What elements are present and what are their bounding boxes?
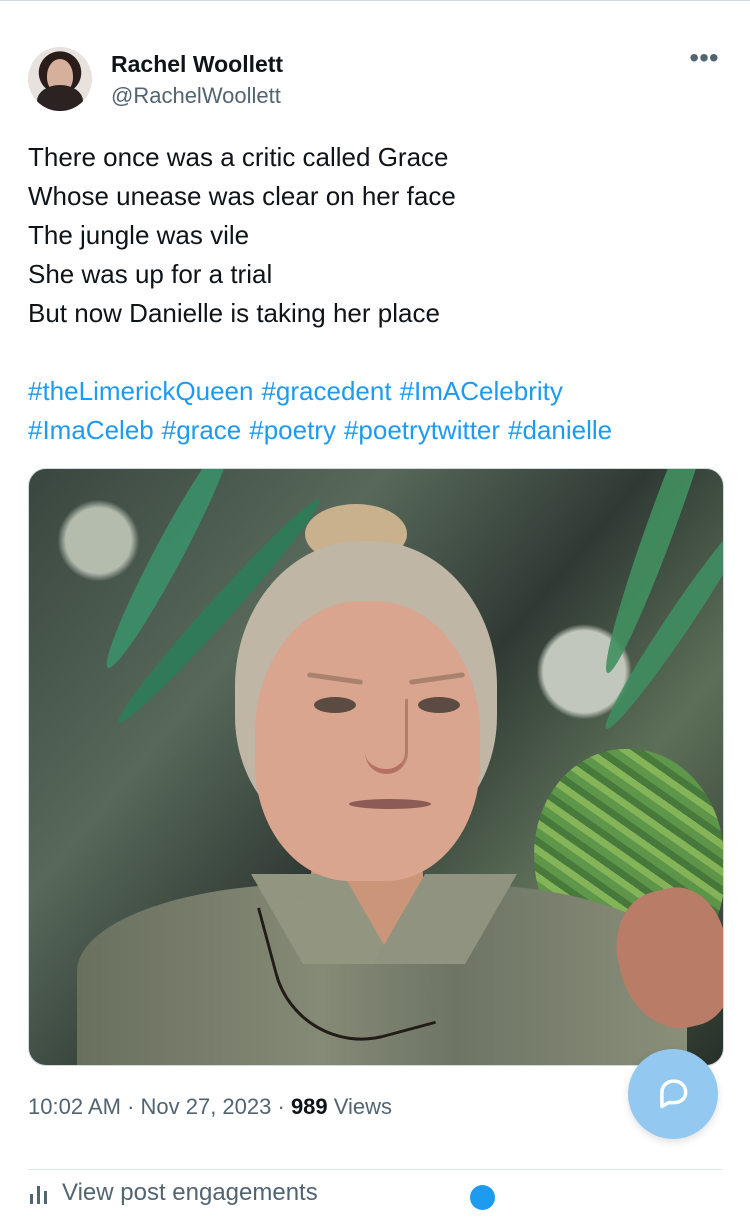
- hashtag-list: #theLimerickQueen #gracedent #ImACelebrity…: [28, 372, 722, 450]
- nose: [365, 699, 408, 774]
- post-photo[interactable]: [28, 468, 724, 1066]
- post-line: She was up for a trial: [28, 259, 273, 289]
- notification-dot: [470, 1185, 495, 1210]
- hashtag-link[interactable]: #ImaCeleb: [28, 415, 154, 445]
- post-text: There once was a critic called Grace Who…: [28, 138, 722, 333]
- eye-left: [314, 697, 356, 713]
- hashtag-link[interactable]: #danielle: [508, 415, 612, 445]
- more-options-icon[interactable]: •••: [686, 44, 722, 79]
- author-handle[interactable]: @RachelWoollett: [111, 82, 281, 110]
- views-count: 989: [290, 1094, 328, 1119]
- hashtag-link[interactable]: #theLimerickQueen: [28, 376, 253, 406]
- post-metadata: 10:02 AM · Nov 27, 2023 · 989 Views: [28, 1090, 392, 1124]
- engagement-divider: [28, 1169, 722, 1170]
- post-line: There once was a critic called Grace: [28, 142, 449, 172]
- mouth: [349, 799, 431, 809]
- view-engagements-link[interactable]: View post engagements: [28, 1177, 318, 1217]
- hashtag-link[interactable]: #ImACelebrity: [400, 376, 563, 406]
- hashtag-link[interactable]: #grace: [162, 415, 242, 445]
- author-avatar[interactable]: [28, 47, 92, 111]
- post-timestamp[interactable]: 10:02 AM · Nov 27, 2023 ·: [28, 1094, 291, 1119]
- post-header: Rachel Woollett @RachelWoollett •••: [28, 44, 722, 113]
- top-divider: [0, 0, 750, 1]
- foliage-leaf: [95, 469, 243, 675]
- author-name[interactable]: Rachel Woollett: [111, 50, 283, 78]
- hashtag-link[interactable]: #poetrytwitter: [344, 415, 500, 445]
- post-line: The jungle was vile: [28, 220, 250, 250]
- hashtag-link[interactable]: #gracedent: [261, 376, 391, 406]
- analytics-icon: [28, 1182, 52, 1204]
- engagements-label[interactable]: View post engagements: [62, 1179, 318, 1206]
- post-line: Whose unease was clear on her face: [28, 181, 456, 211]
- post-line: But now Danielle is taking her place: [28, 298, 440, 328]
- hashtag-link[interactable]: #poetry: [249, 415, 336, 445]
- reply-bubble-icon: [660, 1079, 688, 1109]
- eye-right: [418, 697, 460, 713]
- reply-button[interactable]: [628, 1049, 718, 1139]
- views-label: Views: [327, 1094, 393, 1119]
